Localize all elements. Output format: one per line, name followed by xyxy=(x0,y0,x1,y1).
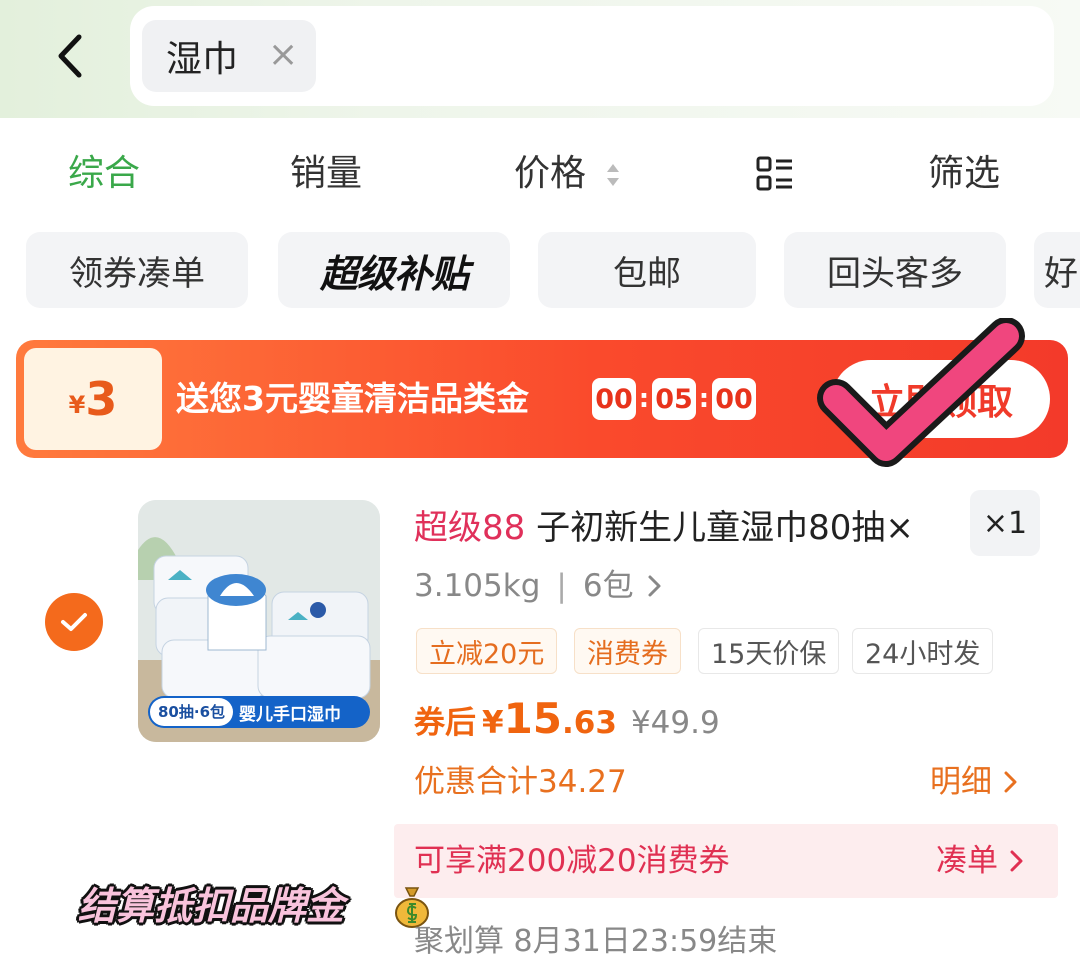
price-integer: 15 xyxy=(503,694,563,743)
original-price: ¥49.9 xyxy=(630,705,720,741)
price-decimal: .63 xyxy=(562,705,617,741)
sort-arrows-icon xyxy=(607,164,619,186)
sort-price[interactable]: 价格 xyxy=(514,150,586,198)
tag-consumer-coupon: 消费券 xyxy=(574,628,681,674)
product-brand-tag: 超级88 xyxy=(414,508,526,548)
price-label: 券后 xyxy=(414,705,476,741)
tag-instant-discount: 立减20元 xyxy=(416,628,558,674)
coupon-bar-text: 可享满200减20消费券 xyxy=(414,843,730,879)
coupon-bar-link[interactable]: 凑单 xyxy=(936,838,1028,884)
product-title-text: 子初新生儿童湿巾80抽× xyxy=(536,508,914,548)
image-badge-name: 婴儿手口湿巾 xyxy=(239,704,342,725)
search-keyword-chip[interactable]: 湿巾 × xyxy=(142,20,316,92)
sticker-text: 结算抵扣品牌金 xyxy=(78,884,345,928)
discount-detail-link[interactable]: 明细 xyxy=(930,760,1022,804)
search-input[interactable]: 湿巾 × xyxy=(130,6,1054,106)
check-icon xyxy=(61,613,87,631)
promo-currency: ¥ xyxy=(68,391,86,419)
timer-colon: : xyxy=(638,384,650,414)
back-button[interactable] xyxy=(46,28,94,84)
sort-sales[interactable]: 销量 xyxy=(290,150,362,198)
product-select-checkbox[interactable] xyxy=(45,593,103,651)
promo-text: 送您3元婴童清洁品类金 xyxy=(176,379,529,418)
pink-checkmark-icon xyxy=(817,318,1025,467)
results-panel: 综合 销量 价格 筛选 领券凑单 超级补贴 包邮 回头客多 好 ¥ 3 送您3元… xyxy=(0,118,1080,977)
promo-amount: 3 xyxy=(85,372,118,426)
timer-colon: : xyxy=(698,384,710,414)
search-keyword: 湿巾 xyxy=(166,39,239,80)
spec-pack: 6包 xyxy=(582,568,634,604)
image-badge-spec: 80抽·6包 xyxy=(150,698,234,726)
chevron-right-icon xyxy=(648,575,661,597)
spec-divider: | xyxy=(556,568,567,604)
detail-label: 明细 xyxy=(930,764,992,800)
product-title[interactable]: 超级88 子初新生儿童湿巾80抽× xyxy=(414,502,954,554)
chevron-right-icon xyxy=(1004,771,1017,793)
sort-comprehensive[interactable]: 综合 xyxy=(68,150,140,198)
tag-24h-shipping: 24小时发 xyxy=(852,628,994,674)
product-image-badge: 80抽·6包 婴儿手口湿巾 xyxy=(148,696,370,728)
sale-deadline: 聚划算 8月31日23:59结束 xyxy=(414,924,778,959)
promo-coupon: ¥ 3 xyxy=(24,348,162,450)
tag-price-protection: 15天价保 xyxy=(698,628,840,674)
sort-filter[interactable]: 筛选 xyxy=(928,150,1000,198)
countdown-timer: 00 : 05 : 00 xyxy=(592,378,756,420)
sort-bar: 综合 销量 价格 筛选 xyxy=(0,118,1080,228)
quantity-badge[interactable]: ×1 xyxy=(970,490,1040,556)
filter-chip-repeat-customers[interactable]: 回头客多 xyxy=(784,232,1006,308)
chevron-left-icon xyxy=(58,34,82,78)
coupon-link-label: 凑单 xyxy=(936,843,998,879)
chevron-right-icon xyxy=(1010,850,1023,872)
spec-weight: 3.105kg xyxy=(414,568,541,604)
search-header: 湿巾 × xyxy=(0,0,1080,118)
list-layout-icon[interactable] xyxy=(756,156,794,192)
discount-total: 优惠合计34.27 xyxy=(414,764,627,800)
coupon-bar[interactable]: 可享满200减20消费券 凑单 xyxy=(394,824,1058,898)
filter-chip-free-shipping[interactable]: 包邮 xyxy=(538,232,756,308)
price-block: 券后 ¥ 15 .63 ¥49.9 xyxy=(414,694,720,754)
filter-chip-super-subsidy[interactable]: 超级补贴 xyxy=(278,232,510,308)
timer-hours: 00 xyxy=(592,378,636,420)
filter-chip-more[interactable]: 好 xyxy=(1034,232,1080,308)
close-icon[interactable]: × xyxy=(268,37,298,73)
timer-minutes: 05 xyxy=(652,378,696,420)
filter-chip-coupon[interactable]: 领券凑单 xyxy=(26,232,248,308)
product-image[interactable]: 80抽·6包 婴儿手口湿巾 xyxy=(138,500,380,742)
price-currency: ¥ xyxy=(482,705,504,741)
product-spec-selector[interactable]: 3.105kg | 6包 xyxy=(414,564,666,608)
timer-seconds: 00 xyxy=(712,378,756,420)
